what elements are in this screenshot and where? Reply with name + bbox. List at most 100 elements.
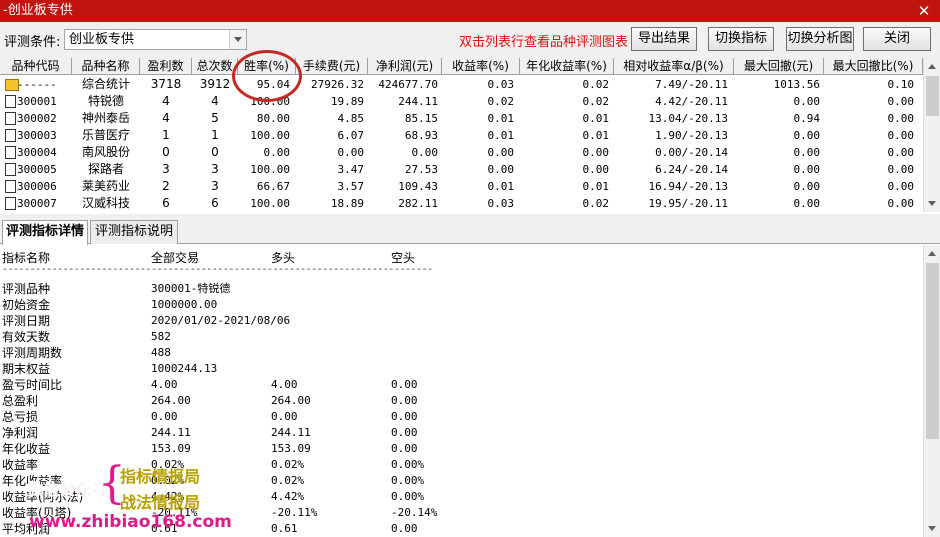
detail-scrollbar[interactable] bbox=[923, 245, 940, 537]
detail-value: 0.00 bbox=[151, 410, 178, 423]
detail-value: 0.00 bbox=[391, 394, 418, 407]
detail-label: 评测日期 bbox=[2, 314, 51, 328]
detail-row: 收益率(贝塔) -20.11% -20.11% -20.14% bbox=[0, 505, 600, 521]
detail-label: 初始资金 bbox=[2, 298, 51, 312]
cell-name: 神州泰岳 bbox=[81, 111, 130, 125]
cell-alpha: 1.90/-20.13 bbox=[655, 129, 728, 142]
detail-value: 1000000.00 bbox=[151, 298, 218, 311]
doc-icon bbox=[5, 197, 16, 210]
scroll-down-icon[interactable] bbox=[924, 195, 940, 212]
table-row[interactable]: 300001 特锐德 4 4 100.00 19.89 244.11 0.02 0.02 4.42… bbox=[0, 93, 923, 110]
table-row[interactable]: 300005 探路者 3 3 100.00 3.47 27.53 0.00 0.00 6.24/-… bbox=[0, 161, 923, 178]
col-net-profit[interactable]: 净利润(元) bbox=[368, 58, 442, 75]
detail-label: 评测周期数 bbox=[2, 346, 63, 360]
col-total-count[interactable]: 总次数 bbox=[192, 58, 238, 75]
detail-value: 0.00 bbox=[391, 522, 418, 535]
cell-dd: 0.00 bbox=[793, 163, 821, 176]
table-row[interactable]: 300002 神州泰岳 4 5 80.00 4.85 85.15 0.01 0.01 13.04/… bbox=[0, 110, 923, 127]
export-results-button[interactable]: 导出结果 bbox=[631, 27, 697, 51]
detail-header-short: 空头 bbox=[391, 251, 416, 265]
cell-code: 300003 bbox=[17, 129, 57, 142]
cell-alpha: 4.42/-20.11 bbox=[655, 95, 728, 108]
cell-fee: 4.85 bbox=[337, 112, 365, 125]
cell-profit: 0.00 bbox=[411, 146, 439, 159]
cell-fee: 27926.32 bbox=[311, 78, 364, 91]
close-window-icon[interactable]: ✕ bbox=[916, 3, 932, 19]
chevron-down-icon[interactable] bbox=[229, 30, 246, 49]
detail-row: 初始资金 1000000.00 bbox=[0, 297, 600, 313]
cell-dd: 0.00 bbox=[793, 95, 821, 108]
detail-label: 收益率(阿尔法) bbox=[2, 490, 84, 504]
detail-row: 年化收益 153.09 153.09 0.00 bbox=[0, 441, 600, 457]
cell-total: 5 bbox=[211, 111, 219, 125]
cell-win: 1 bbox=[162, 128, 170, 142]
cell-annual: 0.02 bbox=[582, 78, 610, 91]
detail-value: 0.02% bbox=[151, 458, 185, 471]
cell-annual: 0.00 bbox=[582, 163, 610, 176]
cell-dd: 0.00 bbox=[793, 129, 821, 142]
detail-value: 0.00 bbox=[391, 378, 418, 391]
doc-icon bbox=[5, 180, 16, 193]
tab-indicator-details[interactable]: 评测指标详情 bbox=[2, 220, 88, 245]
cell-name: 特锐德 bbox=[87, 94, 124, 108]
detail-value: 0.02% bbox=[271, 474, 305, 487]
results-grid[interactable]: 品种代码 品种名称 盈利数 总次数 胜率(%) 手续费(元) 净利润(元) 收益… bbox=[0, 58, 923, 212]
detail-value: 0.00 bbox=[391, 442, 418, 455]
grid-scrollbar[interactable] bbox=[923, 58, 940, 212]
detail-value: 153.09 bbox=[151, 442, 191, 455]
table-row[interactable]: 300006 莱美药业 2 3 66.67 3.57 109.43 0.01 0.01 16.94… bbox=[0, 178, 923, 195]
cell-annual: 0.02 bbox=[582, 95, 610, 108]
cell-win: 4 bbox=[162, 111, 170, 125]
col-max-drawdown[interactable]: 最大回撤(元) bbox=[734, 58, 824, 75]
col-fee[interactable]: 手续费(元) bbox=[296, 58, 368, 75]
col-alpha-beta[interactable]: 相对收益率α/β(%) bbox=[614, 58, 734, 75]
col-code[interactable]: 品种代码 bbox=[0, 58, 72, 75]
detail-row: 评测日期 2020/01/02-2021/08/06 bbox=[0, 313, 600, 329]
detail-value: 0.00% bbox=[391, 490, 425, 503]
cell-total: 6 bbox=[211, 196, 219, 210]
condition-select[interactable]: 创业板专供 bbox=[64, 29, 247, 50]
detail-value: 4.00 bbox=[151, 378, 178, 391]
detail-value: -20.14% bbox=[391, 506, 438, 519]
close-button[interactable]: 关闭 bbox=[863, 27, 931, 51]
scroll-up-icon[interactable] bbox=[924, 58, 940, 75]
cell-ddr: 0.00 bbox=[887, 146, 915, 159]
detail-row: 评测品种 300001-特锐德 bbox=[0, 281, 600, 297]
detail-value: 488 bbox=[151, 346, 171, 359]
detail-label: 净利润 bbox=[2, 426, 39, 440]
detail-label: 收益率(贝塔) bbox=[2, 506, 72, 520]
detail-row: 平均利润 0.61 0.61 0.00 bbox=[0, 521, 600, 537]
scroll-down-icon[interactable] bbox=[924, 520, 940, 537]
condition-select-value: 创业板专供 bbox=[69, 32, 135, 47]
col-max-drawdown-ratio[interactable]: 最大回撤比(%) bbox=[824, 58, 923, 75]
cell-alpha: 16.94/-20.13 bbox=[648, 180, 728, 193]
table-row[interactable]: 300004 南风股份 0 0 0.00 0.00 0.00 0.00 0.00 0.00/-20… bbox=[0, 144, 923, 161]
detail-panel: 指标名称 全部交易 多头 空头 ------------------------… bbox=[0, 245, 923, 537]
switch-indicator-button[interactable]: 切换指标 bbox=[708, 27, 774, 51]
cell-ret: 0.02 bbox=[487, 95, 515, 108]
switch-chart-button[interactable]: 切换分析图 bbox=[786, 27, 854, 51]
table-row[interactable]: 300007 汉威科技 6 6 100.00 18.89 282.11 0.03 0.02 19.… bbox=[0, 195, 923, 212]
detail-label: 收益率 bbox=[2, 458, 39, 472]
col-return-rate[interactable]: 收益率(%) bbox=[442, 58, 520, 75]
cell-profit: 282.11 bbox=[398, 197, 438, 210]
cell-alpha: 13.04/-20.13 bbox=[648, 112, 728, 125]
cell-code: 300004 bbox=[17, 146, 57, 159]
col-annual-return[interactable]: 年化收益率(%) bbox=[520, 58, 614, 75]
detail-label: 评测品种 bbox=[2, 282, 51, 296]
table-row[interactable]: ------ 综合统计 3718 3912 95.04 27926.32 424677.70… bbox=[0, 76, 923, 93]
col-win-count[interactable]: 盈利数 bbox=[140, 58, 192, 75]
cell-annual: 0.02 bbox=[582, 197, 610, 210]
detail-label: 年化收益率 bbox=[2, 474, 63, 488]
col-name[interactable]: 品种名称 bbox=[72, 58, 140, 75]
table-row[interactable]: 300003 乐普医疗 1 1 100.00 6.07 68.93 0.01 0.01 1.90/… bbox=[0, 127, 923, 144]
detail-label: 期末权益 bbox=[2, 362, 51, 376]
detail-row: 收益率 0.02% 0.02% 0.00% bbox=[0, 457, 600, 473]
scroll-up-icon[interactable] bbox=[924, 245, 940, 262]
cell-win: 2 bbox=[162, 179, 170, 193]
doc-icon bbox=[5, 129, 16, 142]
cell-fee: 3.57 bbox=[337, 180, 365, 193]
tab-indicator-explanation[interactable]: 评测指标说明 bbox=[90, 220, 178, 244]
scroll-thumb[interactable] bbox=[926, 76, 939, 116]
scroll-thumb[interactable] bbox=[926, 263, 939, 439]
